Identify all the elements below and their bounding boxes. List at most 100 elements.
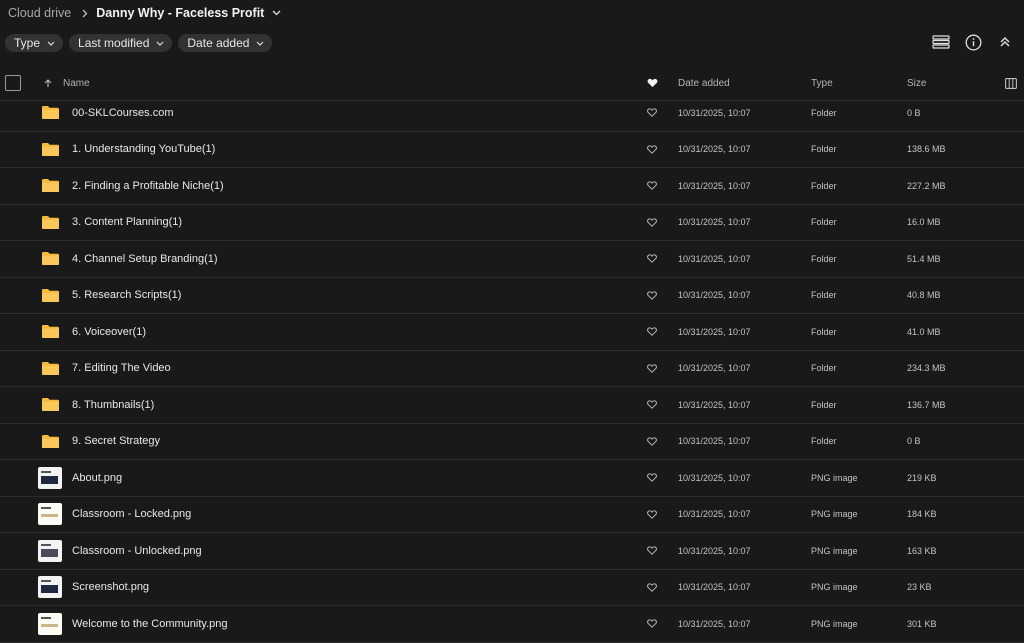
table-row[interactable]: 3. Content Planning(1) 10/31/2025, 10:07…: [0, 205, 1024, 241]
heart-icon[interactable]: [647, 241, 657, 277]
info-icon[interactable]: [964, 33, 982, 51]
row-name[interactable]: 2. Finding a Profitable Niche(1): [72, 168, 224, 204]
filter-date-added[interactable]: Date added: [178, 34, 273, 52]
row-type: Folder: [811, 326, 837, 337]
filter-bar: Type Last modified Date added: [5, 34, 273, 52]
row-date-added: 10/31/2025, 10:07: [678, 217, 751, 228]
table-row[interactable]: 7. Editing The Video 10/31/2025, 10:07 Fo…: [0, 351, 1024, 387]
row-size: 184 KB: [907, 509, 937, 520]
row-name[interactable]: Classroom - Locked.png: [72, 497, 191, 533]
list-view-icon[interactable]: [932, 33, 950, 51]
heart-icon[interactable]: [647, 314, 657, 350]
row-date-added: 10/31/2025, 10:07: [678, 618, 751, 629]
table-row[interactable]: Welcome to the Community.png 10/31/2025,…: [0, 606, 1024, 643]
row-size: 16.0 MB: [907, 217, 941, 228]
row-date-added: 10/31/2025, 10:07: [678, 253, 751, 264]
row-type: Folder: [811, 217, 837, 228]
folder-icon: [38, 351, 62, 387]
row-type: PNG image: [811, 472, 858, 483]
heart-icon[interactable]: [647, 132, 657, 168]
row-size: 0 B: [907, 436, 921, 447]
table-row[interactable]: 2. Finding a Profitable Niche(1) 10/31/2…: [0, 168, 1024, 205]
row-date-added: 10/31/2025, 10:07: [678, 509, 751, 520]
heart-icon[interactable]: [647, 168, 657, 204]
heart-icon[interactable]: [647, 278, 657, 314]
heart-icon[interactable]: [647, 205, 657, 241]
view-tools: [932, 33, 1014, 51]
folder-icon: [38, 424, 62, 460]
table-row[interactable]: 9. Secret Strategy 10/31/2025, 10:07 Fold…: [0, 424, 1024, 460]
table-row[interactable]: Classroom - Unlocked.png 10/31/2025, 10:…: [0, 533, 1024, 570]
table-row[interactable]: 4. Channel Setup Branding(1) 10/31/2025,…: [0, 241, 1024, 278]
breadcrumb-current[interactable]: Danny Why - Faceless Profit: [96, 6, 264, 20]
heart-icon[interactable]: [647, 533, 657, 569]
row-name[interactable]: Screenshot.png: [72, 570, 149, 606]
row-name[interactable]: 4. Channel Setup Branding(1): [72, 241, 218, 277]
image-thumbnail-icon: [38, 533, 62, 569]
heart-icon[interactable]: [647, 95, 657, 131]
heart-icon[interactable]: [647, 460, 657, 496]
row-type: Folder: [811, 399, 837, 410]
row-name[interactable]: 3. Content Planning(1): [72, 205, 182, 241]
heart-icon[interactable]: [647, 497, 657, 533]
heart-icon[interactable]: [647, 424, 657, 460]
folder-icon: [38, 95, 62, 131]
folder-icon: [38, 278, 62, 314]
row-name[interactable]: Classroom - Unlocked.png: [72, 533, 202, 569]
row-date-added: 10/31/2025, 10:07: [678, 107, 751, 118]
row-name[interactable]: 8. Thumbnails(1): [72, 387, 154, 423]
table-row[interactable]: About.png 10/31/2025, 10:07 PNG image 219 …: [0, 460, 1024, 497]
row-date-added: 10/31/2025, 10:07: [678, 472, 751, 483]
table-row[interactable]: 00-SKLCourses.com 10/31/2025, 10:07 Folde…: [0, 95, 1024, 132]
breadcrumb-root[interactable]: Cloud drive: [8, 6, 71, 20]
row-size: 40.8 MB: [907, 290, 941, 301]
row-name[interactable]: 5. Research Scripts(1): [72, 278, 181, 314]
filter-type[interactable]: Type: [5, 34, 64, 52]
row-type: Folder: [811, 253, 837, 264]
collapse-icon[interactable]: [996, 33, 1014, 51]
row-name[interactable]: 6. Voiceover(1): [72, 314, 146, 350]
table-row[interactable]: 1. Understanding YouTube(1) 10/31/2025, …: [0, 132, 1024, 168]
folder-icon: [38, 387, 62, 423]
row-name[interactable]: About.png: [72, 460, 122, 496]
heart-icon[interactable]: [647, 606, 657, 642]
folder-icon: [38, 314, 62, 350]
row-size: 163 KB: [907, 545, 937, 556]
table-row[interactable]: 5. Research Scripts(1) 10/31/2025, 10:07…: [0, 278, 1024, 314]
filter-last-modified[interactable]: Last modified: [69, 34, 173, 52]
row-size: 301 KB: [907, 618, 937, 629]
row-name[interactable]: 00-SKLCourses.com: [72, 95, 174, 131]
row-type: Folder: [811, 107, 837, 118]
row-size: 234.3 MB: [907, 363, 946, 374]
image-thumbnail-icon: [38, 497, 62, 533]
folder-icon: [38, 241, 62, 277]
row-date-added: 10/31/2025, 10:07: [678, 436, 751, 447]
file-list: 00-SKLCourses.com 10/31/2025, 10:07 Folde…: [0, 95, 1024, 643]
heart-icon[interactable]: [647, 570, 657, 606]
filter-label: Type: [14, 36, 41, 50]
row-date-added: 10/31/2025, 10:07: [678, 582, 751, 593]
table-row[interactable]: 8. Thumbnails(1) 10/31/2025, 10:07 Folder…: [0, 387, 1024, 424]
table-row[interactable]: Screenshot.png 10/31/2025, 10:07 PNG imag…: [0, 570, 1024, 606]
row-name[interactable]: 1. Understanding YouTube(1): [72, 132, 215, 168]
row-type: PNG image: [811, 545, 858, 556]
heart-icon[interactable]: [647, 387, 657, 423]
row-type: PNG image: [811, 582, 858, 593]
folder-icon: [38, 132, 62, 168]
row-size: 136.7 MB: [907, 399, 946, 410]
table-row[interactable]: 6. Voiceover(1) 10/31/2025, 10:07 Folder 4…: [0, 314, 1024, 351]
chevron-down-icon[interactable]: [272, 10, 281, 16]
row-date-added: 10/31/2025, 10:07: [678, 399, 751, 410]
row-name[interactable]: 9. Secret Strategy: [72, 424, 160, 460]
row-name[interactable]: Welcome to the Community.png: [72, 606, 228, 642]
row-name[interactable]: 7. Editing The Video: [72, 351, 171, 387]
row-date-added: 10/31/2025, 10:07: [678, 363, 751, 374]
filter-label: Date added: [187, 36, 250, 50]
heart-icon[interactable]: [647, 351, 657, 387]
row-date-added: 10/31/2025, 10:07: [678, 290, 751, 301]
chevron-down-icon: [257, 41, 264, 46]
filter-label: Last modified: [78, 36, 150, 50]
chevron-right-icon: [82, 9, 88, 18]
image-thumbnail-icon: [38, 570, 62, 606]
table-row[interactable]: Classroom - Locked.png 10/31/2025, 10:07…: [0, 497, 1024, 533]
